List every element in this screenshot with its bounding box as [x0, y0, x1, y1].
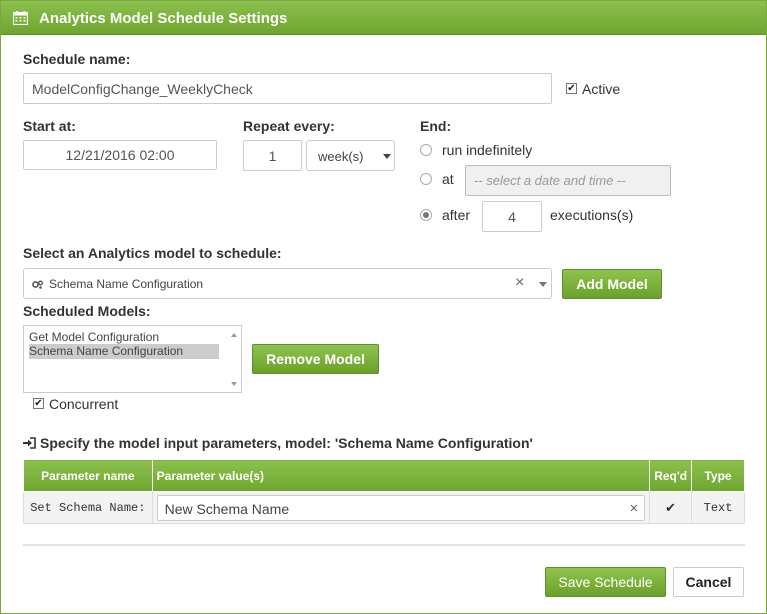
- scheduled-models-label: Scheduled Models:: [23, 303, 151, 319]
- schedule-settings-dialog: Analytics Model Schedule Settings Schedu…: [0, 0, 767, 614]
- chevron-down-icon: [383, 154, 391, 159]
- end-at-placeholder: -- select a date and time --: [474, 173, 626, 188]
- start-at-value: 12/21/2016 02:00: [65, 147, 175, 163]
- end-label: End:: [420, 118, 452, 134]
- table-header-row: Parameter name Parameter value(s) Req'd …: [23, 459, 745, 492]
- col-type: Type: [691, 459, 745, 492]
- param-type-cell: Text: [691, 491, 745, 524]
- end-after-count-value: 4: [508, 208, 516, 225]
- col-parameter-values: Parameter value(s): [151, 459, 651, 492]
- params-heading: Specify the model input parameters, mode…: [40, 435, 533, 451]
- clear-value-icon[interactable]: ×: [629, 500, 638, 517]
- param-value-cell: New Schema Name ×: [151, 491, 651, 524]
- model-select[interactable]: Schema Name Configuration ×: [23, 268, 552, 299]
- list-item[interactable]: Schema Name Configuration: [29, 344, 219, 359]
- chevron-down-icon: [539, 282, 547, 287]
- clear-selection-icon[interactable]: ×: [515, 274, 524, 292]
- remove-model-button[interactable]: Remove Model: [252, 344, 379, 374]
- required-check-icon: ✔: [649, 491, 693, 524]
- add-model-button[interactable]: Add Model: [562, 269, 662, 299]
- table-row: Set Schema Name: New Schema Name × ✔ Tex…: [23, 491, 745, 524]
- model-select-label: Select an Analytics model to schedule:: [23, 245, 282, 261]
- dialog-title: Analytics Model Schedule Settings: [39, 10, 288, 27]
- start-at-label: Start at:: [23, 118, 76, 134]
- repeat-every-label: Repeat every:: [243, 118, 335, 134]
- schedule-name-input[interactable]: ModelConfigChange_WeeklyCheck: [23, 73, 552, 104]
- params-table: Parameter name Parameter value(s) Req'd …: [23, 459, 745, 524]
- gears-icon: [32, 280, 43, 289]
- repeat-count-input[interactable]: 1: [243, 140, 302, 171]
- schedule-name-value: ModelConfigChange_WeeklyCheck: [32, 80, 253, 97]
- dialog-titlebar[interactable]: Analytics Model Schedule Settings: [1, 1, 766, 35]
- param-value-text: New Schema Name: [164, 500, 290, 517]
- cancel-button[interactable]: Cancel: [673, 567, 744, 597]
- sign-in-icon: [23, 437, 36, 449]
- end-indefinitely-label: run indefinitely: [442, 142, 533, 158]
- repeat-count-value: 1: [268, 147, 277, 164]
- end-after-radio[interactable]: [420, 209, 432, 221]
- calendar-icon: [13, 11, 28, 25]
- scroll-up-icon[interactable]: [231, 333, 237, 337]
- end-after-count-input[interactable]: 4: [482, 201, 542, 232]
- concurrent-checkbox[interactable]: ✔: [33, 398, 44, 409]
- repeat-unit-value: week(s): [318, 149, 364, 164]
- param-value-input[interactable]: New Schema Name ×: [156, 494, 646, 521]
- col-parameter-name: Parameter name: [23, 459, 153, 492]
- col-required: Req'd: [649, 459, 693, 492]
- param-name-cell: Set Schema Name:: [23, 491, 153, 524]
- end-at-radio[interactable]: [420, 173, 432, 185]
- list-item[interactable]: Get Model Configuration: [29, 330, 159, 345]
- end-at-datetime-input[interactable]: -- select a date and time --: [465, 165, 671, 196]
- executions-label: executions(s): [550, 207, 634, 223]
- active-checkbox[interactable]: ✔: [566, 83, 577, 94]
- end-after-label: after: [442, 207, 471, 223]
- save-schedule-button[interactable]: Save Schedule: [545, 567, 666, 597]
- footer-divider: [23, 544, 745, 546]
- scheduled-models-list[interactable]: Get Model Configuration Schema Name Conf…: [23, 325, 242, 393]
- model-select-value: Schema Name Configuration: [49, 277, 204, 291]
- start-at-input[interactable]: 12/21/2016 02:00: [23, 140, 217, 170]
- schedule-name-label: Schedule name:: [23, 51, 131, 67]
- end-indefinitely-radio[interactable]: [420, 144, 432, 156]
- concurrent-label: Concurrent: [49, 396, 119, 412]
- active-label: Active: [582, 81, 621, 97]
- end-at-label: at: [442, 171, 454, 187]
- scroll-down-icon[interactable]: [231, 382, 237, 386]
- repeat-unit-select[interactable]: week(s): [306, 140, 395, 171]
